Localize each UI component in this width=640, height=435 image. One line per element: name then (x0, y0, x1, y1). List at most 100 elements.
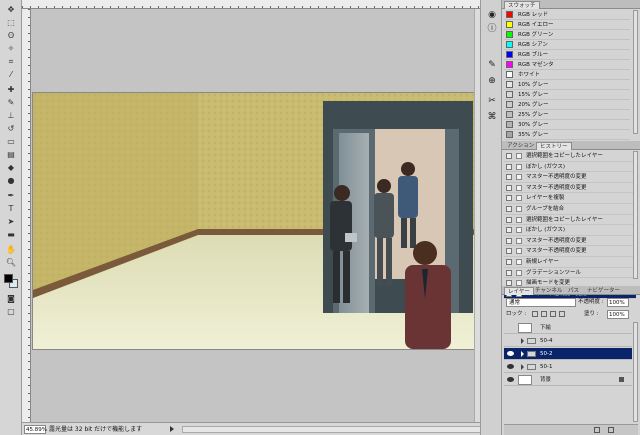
visibility-eye-icon[interactable] (507, 364, 514, 369)
character-panel-icon[interactable]: ⌘ (487, 112, 497, 122)
trash-icon[interactable] (608, 427, 614, 433)
history-source-checkbox[interactable] (506, 153, 512, 159)
visibility-eye-icon[interactable] (507, 351, 514, 356)
marquee-tool-icon[interactable]: ⬚ (3, 17, 19, 28)
layer-row[interactable]: 50-4 (504, 335, 632, 347)
dodge-tool-icon[interactable]: ● (3, 175, 19, 186)
brush-tool-icon[interactable]: ✎ (3, 97, 19, 108)
tab-actions[interactable]: アクション (504, 142, 537, 150)
tab-layers[interactable]: レイヤー (504, 287, 534, 295)
history-item[interactable]: グループを結合 (504, 204, 636, 215)
history-item[interactable]: マスター不透明度の変更 (504, 246, 636, 257)
expand-triangle-icon[interactable] (521, 338, 524, 344)
type-tool-icon[interactable]: T (3, 203, 19, 214)
swatch-item[interactable]: RGB シアン (504, 40, 630, 50)
history-source-checkbox[interactable] (506, 216, 512, 223)
lasso-tool-icon[interactable]: ʘ (3, 30, 19, 41)
swatch-item[interactable]: 10% グレー (504, 80, 630, 90)
zoom-tool-icon[interactable]: 🔍︎ (3, 257, 19, 268)
tab-history[interactable]: ヒストリー (536, 142, 572, 150)
clone-stamp-tool-icon[interactable]: ⊥ (3, 110, 19, 121)
history-source-checkbox[interactable] (506, 237, 512, 244)
history-item[interactable]: レイヤーを複製 (504, 193, 636, 204)
eraser-tool-icon[interactable]: ▭ (3, 136, 19, 147)
visibility-eye-icon[interactable] (507, 325, 514, 330)
history-item[interactable]: グラデーションツール (504, 268, 636, 279)
foreground-color-swatch[interactable] (4, 274, 13, 283)
swatch-item[interactable]: 15% グレー (504, 90, 630, 100)
blur-tool-icon[interactable]: ◆ (3, 162, 19, 173)
document-image[interactable] (33, 93, 475, 349)
history-source-checkbox[interactable] (506, 195, 512, 202)
history-source-checkbox[interactable] (506, 248, 512, 255)
lock-pixels-icon[interactable] (541, 311, 547, 317)
new-layer-icon[interactable] (594, 427, 600, 433)
tab-paths[interactable]: パス (565, 287, 582, 295)
shape-tool-icon[interactable]: ▬ (3, 229, 19, 240)
history-source-checkbox[interactable] (506, 174, 512, 181)
screen-mode-icon[interactable]: ▢ (3, 306, 19, 317)
lock-position-icon[interactable] (550, 311, 556, 317)
history-source-checkbox[interactable] (506, 259, 512, 265)
history-item[interactable]: マスター不透明度の変更 (504, 236, 636, 247)
navigator-panel-icon[interactable]: ◉ (487, 10, 497, 20)
history-item[interactable]: マスター不透明度の変更 (504, 172, 636, 183)
eyedropper-tool-icon[interactable]: ⁄ (3, 69, 19, 80)
history-item[interactable]: ぼかし (ガウス) (504, 162, 636, 173)
history-item[interactable]: 選択範囲をコピーしたレイヤー (504, 151, 636, 162)
history-item[interactable]: マスター不透明度の変更 (504, 183, 636, 194)
swatch-item[interactable]: RGB レッド (504, 10, 630, 20)
clone-source-panel-icon[interactable]: ⊕ (487, 76, 497, 86)
history-source-checkbox[interactable] (506, 184, 512, 191)
swatch-item[interactable]: RGB マゼンタ (504, 60, 630, 70)
canvas-area[interactable] (31, 9, 480, 422)
tab-navigator[interactable]: ナビゲーター (584, 287, 623, 295)
layer-row[interactable]: 下絵 (504, 322, 632, 334)
gradient-tool-icon[interactable]: ▤ (3, 149, 19, 160)
swatch-item[interactable]: 25% グレー (504, 110, 630, 120)
swatch-item[interactable]: ホワイト (504, 70, 630, 80)
layer-row[interactable]: 50-2 (504, 348, 632, 360)
crop-tool-icon[interactable]: ⌗ (3, 56, 19, 67)
swatch-item[interactable]: RGB ブルー (504, 50, 630, 60)
swatch-item[interactable]: 30% グレー (504, 120, 630, 130)
quick-mask-icon[interactable]: ◙ (3, 293, 19, 304)
lock-transparency-icon[interactable] (532, 311, 538, 317)
tab-swatches[interactable]: スウォッチ (504, 1, 540, 9)
history-item[interactable]: 選択範囲をコピーしたレイヤー (504, 215, 636, 226)
history-item[interactable]: 新規レイヤー (504, 257, 636, 268)
magic-wand-tool-icon[interactable]: ✧ (3, 43, 19, 54)
horizontal-scrollbar[interactable] (182, 426, 492, 433)
history-source-checkbox[interactable] (506, 227, 512, 234)
swatch-item[interactable]: 35% グレー (504, 130, 630, 140)
history-source-checkbox[interactable] (506, 206, 512, 212)
expand-triangle-icon[interactable] (521, 351, 524, 357)
hand-tool-icon[interactable]: ✋ (3, 244, 19, 255)
info-panel-icon[interactable]: ⓘ (487, 24, 497, 34)
visibility-eye-icon[interactable] (507, 338, 514, 343)
history-scrollbar[interactable] (633, 151, 638, 279)
history-source-checkbox[interactable] (506, 269, 512, 276)
history-item[interactable]: ぼかし (ガウス) (504, 225, 636, 236)
layer-row[interactable]: 背景 (504, 374, 632, 386)
move-tool-icon[interactable]: ✥ (3, 4, 19, 15)
lock-all-icon[interactable] (559, 311, 565, 317)
swatch-item[interactable]: RGB イエロー (504, 20, 630, 30)
history-source-checkbox[interactable] (506, 163, 512, 170)
pen-tool-icon[interactable]: ✒ (3, 190, 19, 201)
layer-row[interactable]: 50-1 (504, 361, 632, 373)
brush-panel-icon[interactable]: ✎ (487, 60, 497, 70)
fill-field[interactable]: 100% (607, 310, 629, 319)
expand-triangle-icon[interactable] (521, 364, 524, 370)
layers-scrollbar[interactable] (633, 322, 638, 422)
path-selection-tool-icon[interactable]: ➤ (3, 216, 19, 227)
opacity-field[interactable]: 100% (607, 298, 629, 307)
zoom-level-field[interactable]: 45.89% (24, 425, 47, 434)
swatches-scrollbar[interactable] (633, 10, 638, 134)
visibility-eye-icon[interactable] (507, 377, 514, 382)
status-menu-arrow-icon[interactable] (170, 426, 174, 432)
tool-presets-panel-icon[interactable]: ✂ (487, 96, 497, 106)
history-brush-tool-icon[interactable]: ↺ (3, 123, 19, 134)
healing-brush-tool-icon[interactable]: ✚ (3, 84, 19, 95)
blend-mode-select[interactable]: 通常 (506, 298, 576, 307)
